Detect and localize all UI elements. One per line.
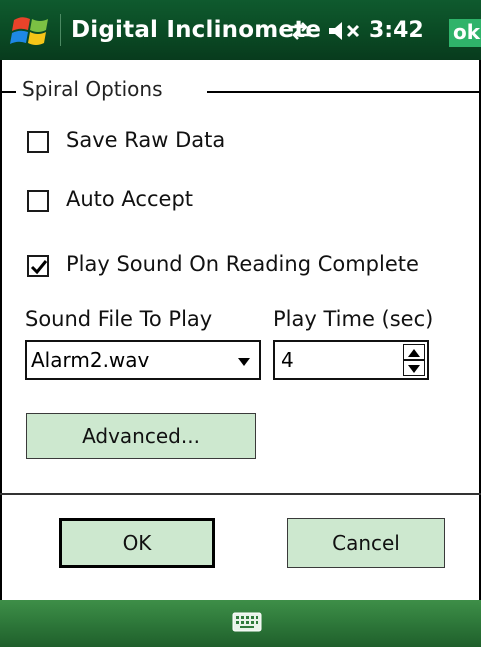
auto-accept-label[interactable]: Auto Accept (66, 187, 193, 211)
group-line-left (0, 91, 16, 93)
stepper-down-button[interactable] (403, 360, 425, 376)
connectivity-icon[interactable] (286, 19, 314, 43)
play-time-label: Play Time (sec) (273, 307, 434, 331)
windows-start-icon[interactable] (10, 12, 54, 50)
title-bar: Digital Inclinomete 3:42 ok (0, 0, 481, 60)
play-time-value: 4 (281, 348, 294, 372)
play-sound-label[interactable]: Play Sound On Reading Complete (66, 252, 419, 276)
stepper-up-button[interactable] (403, 344, 425, 360)
group-line-right (207, 91, 479, 93)
checkmark-icon (30, 260, 48, 275)
volume-muted-icon[interactable] (327, 20, 365, 42)
save-raw-data-label[interactable]: Save Raw Data (66, 128, 225, 152)
play-sound-checkbox[interactable] (27, 255, 49, 277)
save-raw-data-checkbox[interactable] (27, 131, 49, 153)
stepper-buttons (403, 344, 425, 376)
app-title: Digital Inclinomete (71, 17, 322, 43)
clock[interactable]: 3:42 (369, 18, 424, 43)
sound-file-value: Alarm2.wav (31, 348, 150, 372)
play-time-stepper[interactable]: 4 (273, 340, 429, 380)
ok-button[interactable]: OK (59, 518, 215, 568)
auto-accept-checkbox[interactable] (27, 190, 49, 212)
arrow-down-icon (408, 365, 420, 373)
title-ok-button[interactable]: ok (449, 19, 481, 47)
keyboard-icon[interactable] (232, 611, 262, 633)
group-title: Spiral Options (22, 77, 163, 101)
sound-file-label: Sound File To Play (25, 307, 213, 331)
arrow-up-icon (408, 349, 420, 357)
sound-file-select[interactable]: Alarm2.wav (25, 340, 261, 380)
cancel-button[interactable]: Cancel (287, 518, 445, 568)
title-separator (60, 14, 61, 46)
chevron-down-icon (238, 358, 250, 366)
advanced-button[interactable]: Advanced... (26, 413, 256, 459)
button-separator (0, 493, 481, 495)
